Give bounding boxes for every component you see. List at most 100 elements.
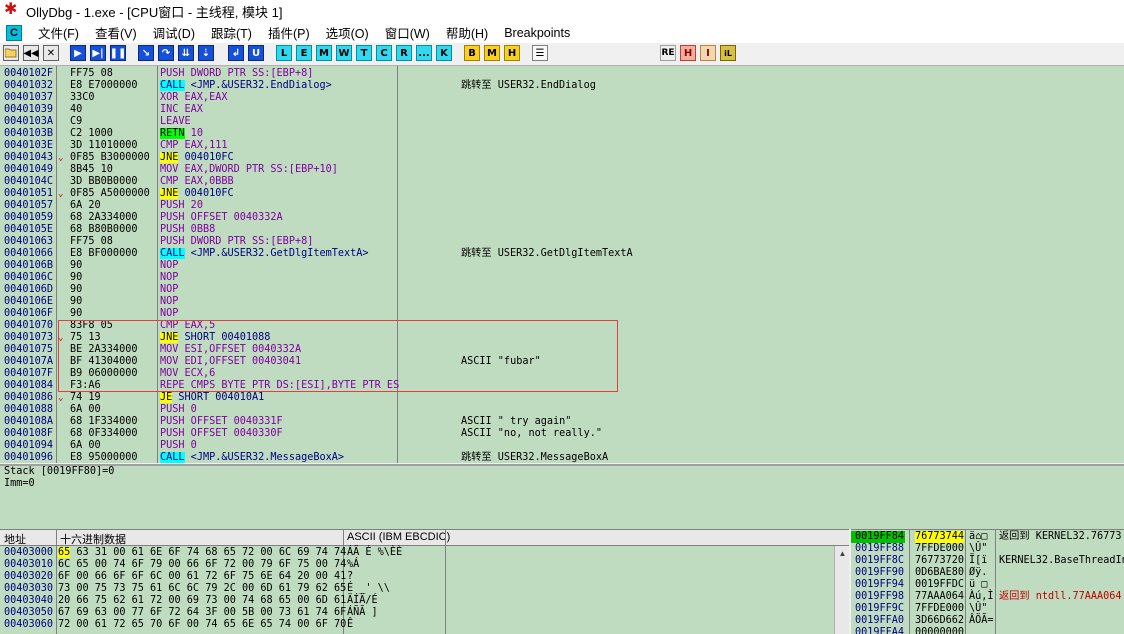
dump-scrollbar[interactable]: ▲ <box>834 546 849 634</box>
toolbar-step-over-button[interactable]: ↷ <box>158 45 174 61</box>
toolbar-E-button[interactable]: E <box>296 45 312 61</box>
toolbar-step-into-button[interactable]: ↘ <box>138 45 154 61</box>
toolbar-RE-button[interactable]: RE <box>660 45 676 61</box>
jump-arrow-icon: ⌄ <box>58 393 64 403</box>
toolbar-I-button[interactable]: I <box>700 45 716 61</box>
disasm-instruction: MOV EAX,DWORD PTR SS:[EBP+10] <box>160 164 338 176</box>
disasm-instruction: NOP <box>160 260 178 272</box>
scroll-up-icon[interactable]: ▲ <box>835 546 849 560</box>
menu-view[interactable]: 查看(V) <box>87 23 145 42</box>
stack-row[interactable]: 0019FF88 7FFDE000 \Û" <box>851 543 1124 555</box>
disasm-instruction: PUSH 0 <box>160 440 197 452</box>
toolbar-rewind-button[interactable]: ◀◀ <box>23 45 39 61</box>
memory-dump-pane[interactable]: 地址 十六进制数据 ASCII (IBM EBCDIC) 00403000 65 … <box>0 529 849 634</box>
disasm-instruction: XOR EAX,EAX <box>160 92 227 104</box>
menu-window[interactable]: 窗口(W) <box>377 23 438 42</box>
stack-row[interactable]: 0019FF98 77AAA064 Àú,Ì 返回到 ntdll.77AAA064 <box>851 591 1124 603</box>
disasm-opcode: NOP <box>160 260 179 271</box>
toolbar-dots-button[interactable]: ... <box>416 45 432 61</box>
toolbar-pause-button[interactable]: ❚❚ <box>110 45 126 61</box>
disasm-operand: SHORT 004010A1 <box>172 392 265 403</box>
toolbar-R-button[interactable]: R <box>396 45 412 61</box>
toolbar-M-button[interactable]: M <box>316 45 332 61</box>
toolbar-trace-into-button[interactable]: ⇊ <box>178 45 194 61</box>
cpu-window-icon[interactable]: C <box>6 24 22 41</box>
stack-address: 0019FF88 <box>855 543 905 554</box>
disasm-hex: 0F85 B3000000 <box>70 152 150 163</box>
toolbar-trace-over-button[interactable]: ⇣ <box>198 45 214 61</box>
dump-hex-rest: 72 00 61 72 65 70 6F 00 74 65 6E 65 74 0… <box>58 619 347 630</box>
stack-pane[interactable]: 0019FF84 76773744 ä⌂□ 返回到 KERNEL32.76773 001… <box>851 529 1124 634</box>
disasm-opcode: NOP <box>160 308 179 319</box>
disasm-address: 00401057 <box>4 200 54 211</box>
menu-breakpoints[interactable]: Breakpoints <box>496 26 578 40</box>
menu-help[interactable]: 帮助(H) <box>438 23 496 42</box>
dump-header-hex[interactable]: 十六进制数据 <box>60 531 126 547</box>
toolbar-close-button[interactable]: ✕ <box>43 45 59 61</box>
disasm-operand: 10 <box>184 128 203 139</box>
dump-address: 00403040 <box>4 595 54 606</box>
toolbar-B-button[interactable]: B <box>464 45 480 61</box>
toolbar-T-button[interactable]: T <box>356 45 372 61</box>
toolbar-Mb-button[interactable]: M <box>484 45 500 61</box>
disasm-hex: 3D 11010000 <box>70 140 138 151</box>
toolbar-C-button[interactable]: C <box>376 45 392 61</box>
open-folder-icon[interactable] <box>3 45 19 61</box>
stack-row[interactable]: 0019FF94 0019FFDC ü □ <box>851 579 1124 591</box>
disasm-address: 00401059 <box>4 212 54 223</box>
toolbar-W-button[interactable]: W <box>336 45 352 61</box>
toolbar-exec-till-ret-button[interactable]: ↲ <box>228 45 244 61</box>
stack-row[interactable]: 0019FF84 76773744 ä⌂□ 返回到 KERNEL32.76773 <box>851 531 1124 543</box>
stack-comment: 返回到 ntdll.77AAA064 <box>999 591 1122 602</box>
stack-row[interactable]: 0019FF90 0D6BAE80 Øÿ. <box>851 567 1124 579</box>
toolbar-run-thread-button[interactable]: ▶| <box>90 45 106 61</box>
toolbar-Hb-button[interactable]: H <box>680 45 696 61</box>
dump-ascii: Ê <box>347 619 354 630</box>
menu-debug[interactable]: 调试(D) <box>145 23 203 42</box>
menu-plugins[interactable]: 插件(P) <box>260 23 318 42</box>
highlight-annotation-box <box>58 320 618 392</box>
toolbar-K-button[interactable]: K <box>436 45 452 61</box>
toolbar-IL-button[interactable]: iL <box>720 45 736 61</box>
disasm-address: 0040106C <box>4 272 54 283</box>
stack-row[interactable]: 0019FFA0 3D66D662 ÂÖÃ= <box>851 615 1124 627</box>
disasm-hex: 90 <box>70 296 83 307</box>
dump-address: 00403000 <box>4 547 54 558</box>
stack-row[interactable]: 0019FF9C 7FFDE000 \Û" <box>851 603 1124 615</box>
toolbar-H-button[interactable]: H <box>504 45 520 61</box>
dump-ascii: %Á <box>347 559 360 570</box>
disasm-operand: <JMP.&USER32.GetDlgItemTextA> <box>184 248 369 259</box>
disasm-address: 0040103E <box>4 140 54 151</box>
disasm-instruction: NOP <box>160 272 178 284</box>
toolbar-go-to-button[interactable]: U <box>248 45 264 61</box>
disasm-operand: EAX,DWORD PTR SS:[EBP+10] <box>178 164 338 175</box>
disasm-instruction: PUSH DWORD PTR SS:[EBP+8] <box>160 236 313 248</box>
menu-trace[interactable]: 跟踪(T) <box>203 23 260 42</box>
dump-hex-bytes: 6F 00 66 6F 6F 6C 00 61 72 6F 75 6E 64 2… <box>58 571 346 583</box>
disasm-instruction: PUSH OFFSET 0040330F <box>160 428 283 440</box>
menu-options[interactable]: 选项(O) <box>318 23 377 42</box>
menu-file[interactable]: 文件(F) <box>30 23 87 42</box>
stack-row[interactable]: 0019FF8C 76773720 Ï[ï KERNEL32.BaseThreadI… <box>851 555 1124 567</box>
disasm-hex: FF75 08 <box>70 68 113 79</box>
disasm-address: 0040104C <box>4 176 54 187</box>
stack-ascii: Ï[ï <box>969 555 988 566</box>
toolbar-run-button[interactable]: ▶ <box>70 45 86 61</box>
stack-address: 0019FF9C <box>855 603 905 614</box>
dump-header-address[interactable]: 地址 <box>4 531 26 547</box>
toolbar-L-button[interactable]: L <box>276 45 292 61</box>
stack-value: 3D66D662 <box>915 615 965 626</box>
disasm-operand: 0BB8 <box>184 224 216 235</box>
disasm-address: 0040102F <box>4 68 54 79</box>
disasm-operand: OFFSET 0040331F <box>184 416 283 427</box>
disasm-address: 00401066 <box>4 248 54 259</box>
selected-byte[interactable]: 65 <box>58 547 71 558</box>
dump-header-ascii[interactable]: ASCII (IBM EBCDIC) <box>347 531 450 543</box>
stack-value: 0019FFDC <box>915 579 965 590</box>
stack-comment: KERNEL32.BaseThreadIn <box>999 555 1124 566</box>
disasm-hex: 0F85 A5000000 <box>70 188 150 199</box>
toolbar-list-button[interactable]: ☰ <box>532 45 548 61</box>
disasm-instruction: CALL <JMP.&USER32.EndDialog> <box>160 80 332 92</box>
disassembly-pane[interactable]: 0040102F FF75 08 PUSH DWORD PTR SS:[EBP+8]… <box>0 66 1124 463</box>
dump-hex-rest: 73 00 75 73 75 61 6C 6C 79 2C 00 6D 61 7… <box>58 583 347 594</box>
